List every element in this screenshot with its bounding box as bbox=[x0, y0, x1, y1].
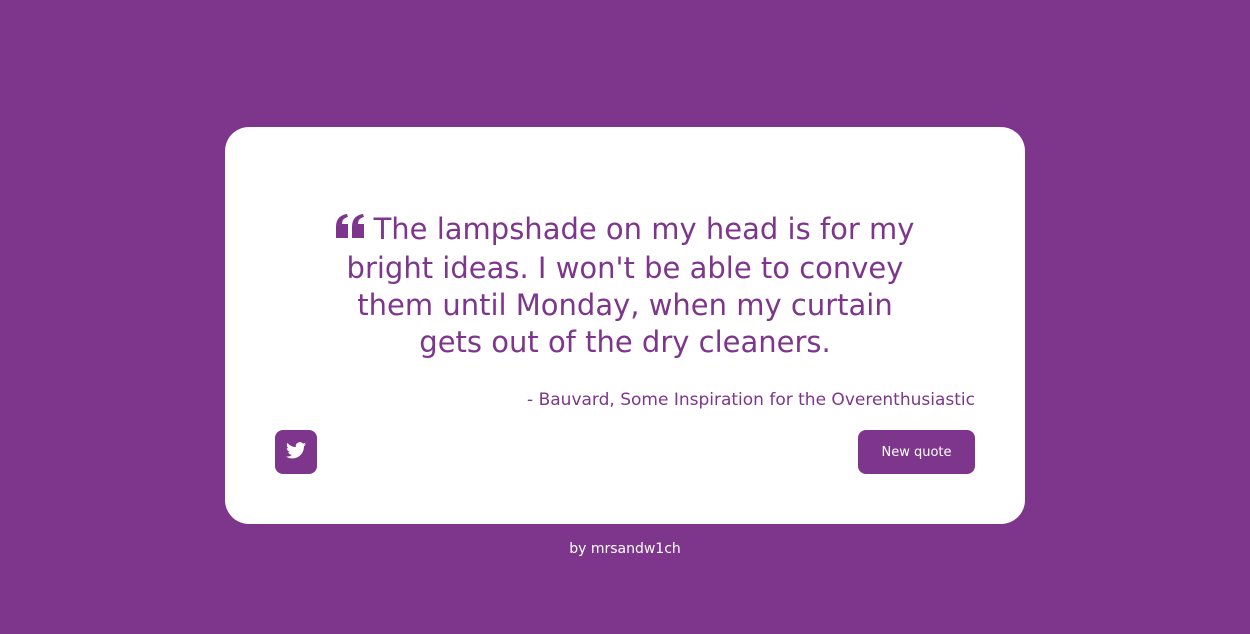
tweet-quote-button[interactable] bbox=[275, 430, 317, 474]
quote-box: The lampshade on my head is for my brigh… bbox=[225, 127, 1025, 524]
quote-author: - Bauvard, Some Inspiration for the Over… bbox=[527, 390, 975, 410]
twitter-icon bbox=[286, 442, 306, 462]
new-quote-button[interactable]: New quote bbox=[858, 430, 975, 474]
quote-text: The lampshade on my head is for my brigh… bbox=[346, 212, 915, 359]
quote-text-block: The lampshade on my head is for my brigh… bbox=[325, 211, 925, 361]
quote-left-icon bbox=[335, 210, 366, 247]
author-credit: by mrsandw1ch bbox=[569, 541, 681, 557]
